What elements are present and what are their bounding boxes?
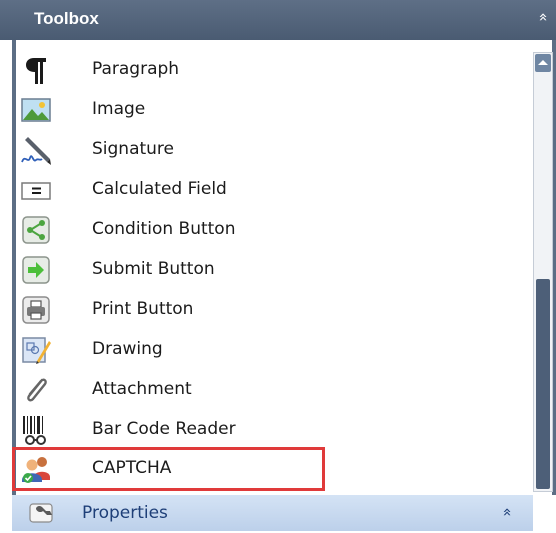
toolbox-item-label: Signature	[92, 139, 175, 159]
chevron-up-icon[interactable]: »	[498, 503, 516, 521]
toolbox-item-image[interactable]: Image	[16, 90, 516, 130]
toolbox-item-signature[interactable]: Signature	[16, 130, 516, 170]
barcode-icon	[20, 414, 52, 446]
toolbox-item-label: Drawing	[92, 339, 163, 359]
wrench-icon	[28, 500, 56, 526]
toolbox-item-calculated-field[interactable]: Calculated Field	[16, 170, 516, 210]
toolbox-item-label: Calculated Field	[92, 179, 227, 199]
attachment-icon	[20, 374, 52, 406]
toolbox-item-submit-button[interactable]: Submit Button	[16, 250, 516, 290]
submit-button-icon	[20, 254, 52, 286]
arrow-up-icon	[538, 60, 548, 65]
scroll-up-button[interactable]	[535, 54, 551, 72]
toolbox-item-label: Image	[92, 99, 146, 119]
drawing-icon	[20, 334, 52, 366]
toolbox-item-barcode-reader[interactable]: Bar Code Reader	[16, 410, 516, 450]
toolbox-item-label: Condition Button	[92, 219, 236, 239]
properties-label: Properties	[82, 503, 168, 523]
signature-icon	[20, 134, 52, 166]
toolbox-item-print-button[interactable]: Print Button	[16, 290, 516, 330]
toolbox-item-label: CAPTCHA	[92, 458, 172, 478]
properties-bar[interactable]: Properties »	[12, 495, 533, 531]
toolbox-item-captcha[interactable]: CAPTCHA	[16, 449, 516, 489]
toolbox-item-label: Attachment	[92, 379, 192, 399]
calculated-field-icon	[20, 174, 52, 206]
toolbox-item-condition-button[interactable]: Condition Button	[16, 210, 516, 250]
scrollbar[interactable]	[533, 52, 553, 492]
toolbox-item-attachment[interactable]: Attachment	[16, 370, 516, 410]
condition-button-icon	[20, 214, 52, 246]
toolbox-item-label: Paragraph	[92, 59, 180, 79]
captcha-icon	[20, 453, 52, 485]
toolbox-item-label: Submit Button	[92, 259, 215, 279]
toolbox-item-drawing[interactable]: Drawing	[16, 330, 516, 370]
toolbox-title: Toolbox	[34, 9, 99, 28]
toolbox-item-paragraph[interactable]: Paragraph	[16, 50, 516, 90]
scroll-thumb[interactable]	[536, 279, 550, 489]
toolbox-item-label: Bar Code Reader	[92, 419, 236, 439]
toolbox-item-label: Print Button	[92, 299, 194, 319]
print-button-icon	[20, 294, 52, 326]
image-icon	[20, 94, 52, 126]
toolbox-header: Toolbox »	[0, 0, 556, 40]
collapse-up-icon[interactable]: »	[534, 8, 552, 26]
paragraph-icon	[20, 54, 52, 86]
